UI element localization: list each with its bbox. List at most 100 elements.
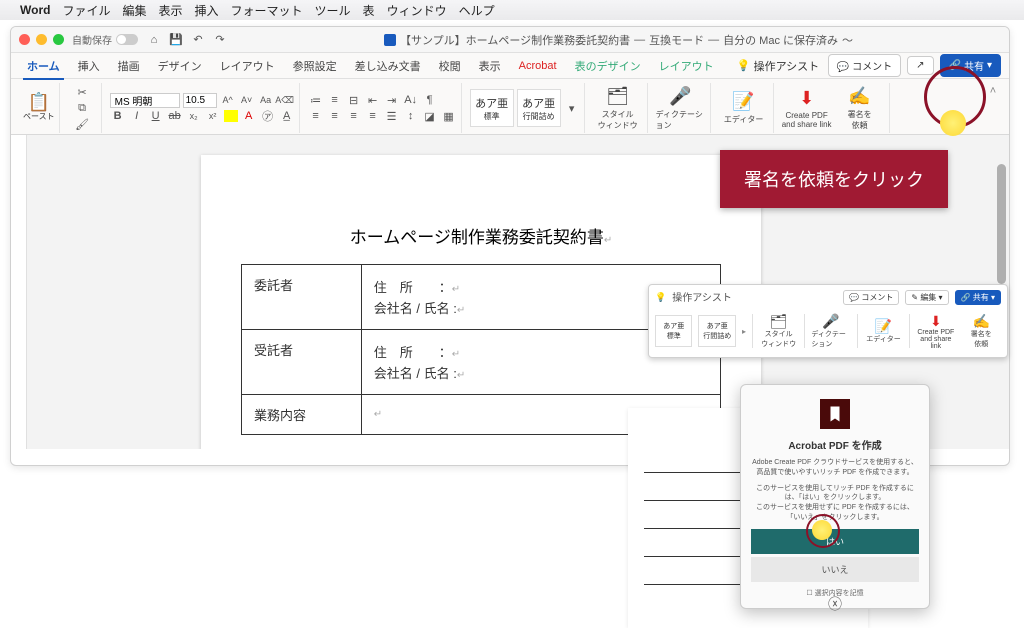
strike-icon[interactable]: ab [167, 108, 183, 124]
line-spacing-icon[interactable]: ↕ [403, 108, 419, 124]
menu-window[interactable]: ウィンドウ [387, 2, 447, 19]
tab-view[interactable]: 表示 [471, 54, 509, 78]
tab-draw[interactable]: 描画 [110, 54, 148, 78]
format-painter-icon[interactable]: 🖌 [74, 116, 90, 132]
change-case-icon[interactable]: Aa [258, 92, 274, 108]
save-icon[interactable]: 💾 [168, 32, 184, 48]
subscript-icon[interactable]: x₂ [186, 108, 202, 124]
inset-share-button[interactable]: 🔗 共有 ▾ [955, 290, 1001, 305]
toggle-icon[interactable] [116, 34, 138, 45]
comments-button[interactable]: 💬 コメント [828, 54, 901, 77]
dictate-button[interactable]: 🎤 ディクテーション [656, 86, 706, 131]
autosave-toggle[interactable]: 自動保存 [72, 32, 138, 47]
undo-icon[interactable]: ↶ [190, 32, 206, 48]
tab-review[interactable]: 校閲 [431, 54, 469, 78]
cut-icon[interactable]: ✂ [74, 84, 90, 100]
justify-icon[interactable]: ≡ [365, 108, 381, 124]
underline-icon[interactable]: U [148, 108, 164, 124]
menu-table[interactable]: 表 [363, 2, 375, 19]
cell-contractor-label[interactable]: 受託者 [242, 330, 362, 395]
menu-format[interactable]: フォーマット [231, 2, 303, 19]
zoom-window-icon[interactable] [53, 34, 64, 45]
font-color-icon[interactable]: A [241, 108, 257, 124]
tell-me-icon[interactable]: 💡 [736, 58, 752, 74]
distribute-icon[interactable]: ☰ [384, 108, 400, 124]
tab-acrobat[interactable]: Acrobat [511, 56, 565, 76]
tab-mailings[interactable]: 差し込み文書 [347, 54, 429, 78]
menu-tools[interactable]: ツール [315, 2, 351, 19]
tab-references[interactable]: 参照設定 [285, 54, 345, 78]
copy-icon[interactable]: ⧉ [74, 100, 90, 116]
inset-request-signature[interactable]: ✍署名を 依頼 [962, 313, 1001, 349]
dialog-yes-button[interactable]: はい [751, 529, 919, 554]
tab-table-layout[interactable]: レイアウト [651, 54, 722, 78]
inset-comments-button[interactable]: 💬 コメント [843, 290, 899, 305]
numbering-icon[interactable]: ≡ [327, 92, 343, 108]
superscript-icon[interactable]: x² [205, 108, 221, 124]
bold-icon[interactable]: B [110, 108, 126, 124]
menu-insert[interactable]: 挿入 [195, 2, 219, 19]
close-popup-icon[interactable]: ⓧ [828, 594, 842, 614]
paste-icon[interactable]: 📋 [31, 95, 47, 111]
tab-layout[interactable]: レイアウト [212, 54, 283, 78]
grow-font-icon[interactable]: A^ [220, 92, 236, 108]
dialog-no-button[interactable]: いいえ [751, 557, 919, 582]
phonetic-icon[interactable]: ㋐ [260, 108, 276, 124]
indent-dec-icon[interactable]: ⇤ [365, 92, 381, 108]
shading-icon[interactable]: ◪ [422, 108, 438, 124]
cell-client-label[interactable]: 委託者 [242, 265, 362, 330]
clear-format-icon[interactable]: A⌫ [277, 92, 293, 108]
bullets-icon[interactable]: ≔ [308, 92, 324, 108]
show-marks-icon[interactable]: ¶ [422, 92, 438, 108]
share-button[interactable]: 🔗 共有 ▾ [940, 54, 1001, 77]
home-icon[interactable]: ⌂ [146, 32, 162, 48]
dictate-group: 🎤 ディクテーション [652, 83, 711, 133]
minimize-window-icon[interactable] [36, 34, 47, 45]
create-pdf-button[interactable]: ⬇ Create PDF and share link [782, 88, 832, 129]
inset-style-normal[interactable]: あア亜標準 [655, 315, 692, 347]
font-size-select[interactable] [183, 93, 217, 108]
style-nospace[interactable]: あア亜 行間詰め [517, 89, 561, 127]
style-normal[interactable]: あア亜 標準 [470, 89, 514, 127]
italic-icon[interactable]: I [129, 108, 145, 124]
menu-edit[interactable]: 編集 [122, 2, 146, 19]
menu-view[interactable]: 表示 [158, 2, 182, 19]
align-left-icon[interactable]: ≡ [308, 108, 324, 124]
char-border-icon[interactable]: A̲ [279, 108, 295, 124]
style-pane-button[interactable]: 🗂 スタイル ウィンドウ [593, 86, 643, 131]
ribbon-collapse-icon[interactable]: ˄ [985, 83, 1001, 99]
shrink-font-icon[interactable]: A˅ [239, 92, 255, 108]
font-name-select[interactable] [110, 93, 180, 108]
tell-me-label[interactable]: 操作アシスト [754, 58, 820, 74]
scrollbar-thumb[interactable] [997, 164, 1006, 284]
align-center-icon[interactable]: ≡ [327, 108, 343, 124]
align-right-icon[interactable]: ≡ [346, 108, 362, 124]
editor-button[interactable]: 📝 エディター [719, 91, 769, 125]
redo-icon[interactable]: ↷ [212, 32, 228, 48]
app-name[interactable]: Word [20, 3, 50, 17]
inset-edit-button[interactable]: ✎ 編集 ▾ [905, 290, 948, 305]
inset-style-pane[interactable]: 🗂スタイル ウィンドウ [759, 313, 798, 349]
menu-file[interactable]: ファイル [62, 2, 110, 19]
tab-home[interactable]: ホーム [19, 54, 68, 78]
tab-insert[interactable]: 挿入 [70, 54, 108, 78]
tab-table-design[interactable]: 表のデザイン [567, 54, 649, 78]
borders-icon[interactable]: ▦ [441, 108, 457, 124]
highlight-icon[interactable] [224, 110, 238, 122]
inset-dictate[interactable]: 🎤ディクテーション [811, 313, 850, 349]
catchup-icon[interactable]: ↗ [907, 56, 933, 75]
cell-scope-label[interactable]: 業務内容 [242, 395, 362, 435]
close-window-icon[interactable] [19, 34, 30, 45]
inset-create-pdf[interactable]: ⬇Create PDF and share link [916, 313, 955, 350]
multilevel-icon[interactable]: ⊟ [346, 92, 362, 108]
inset-style-nospace[interactable]: あア亜行間詰め [698, 315, 735, 347]
sort-icon[interactable]: A↓ [403, 92, 419, 108]
menu-help[interactable]: ヘルプ [459, 2, 495, 19]
styles-more-icon[interactable]: ▾ [564, 100, 580, 116]
inset-editor[interactable]: 📝エディター [864, 318, 903, 344]
word-doc-icon [384, 34, 396, 46]
request-signature-button[interactable]: ✍ 署名を 依頼 [835, 86, 885, 131]
tab-design[interactable]: デザイン [150, 54, 210, 78]
title-saved: 自分の Mac に保存済み [723, 32, 838, 48]
indent-inc-icon[interactable]: ⇥ [384, 92, 400, 108]
